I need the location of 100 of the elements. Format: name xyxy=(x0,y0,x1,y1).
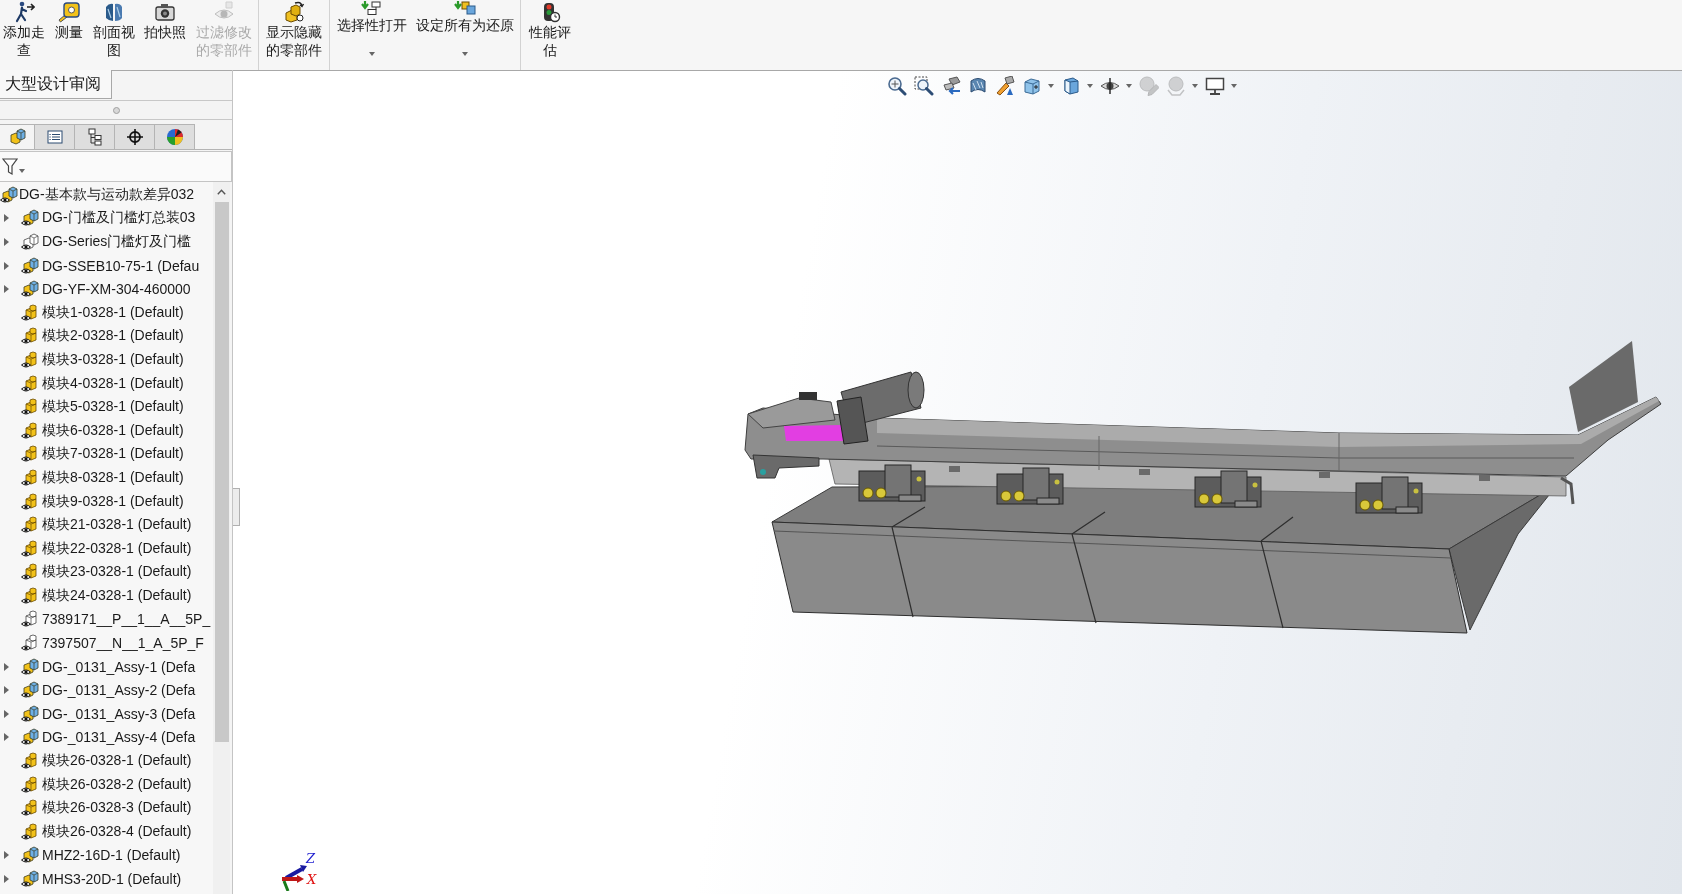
assembly-outline-icon xyxy=(21,233,39,251)
filter-field[interactable] xyxy=(0,151,232,182)
tree-item[interactable]: 模块6-0328-1 (Default) xyxy=(42,421,184,440)
blocks-arrow-icon[interactable] xyxy=(941,76,961,96)
part-icon xyxy=(21,563,39,582)
tree-item[interactable]: MHS3-20D-1 (Default) xyxy=(42,871,182,887)
section-view-button[interactable]: 剖面视图 xyxy=(90,0,138,70)
tree-item[interactable]: 模块3-0328-1 (Default) xyxy=(42,350,184,369)
assembly-icon xyxy=(21,657,39,676)
expand-arrow-icon[interactable] xyxy=(3,285,10,294)
tree-item[interactable]: 模块22-0328-1 (Default) xyxy=(42,539,192,558)
caret-icon[interactable] xyxy=(19,168,25,173)
tree-item[interactable]: MHZ2-16D-1 (Default) xyxy=(42,847,181,864)
tree-item[interactable]: 模块26-0328-2 (Default) xyxy=(42,775,192,794)
caret-icon[interactable] xyxy=(1126,84,1132,88)
measure-button[interactable]: 测量 xyxy=(48,0,90,70)
tree-item[interactable]: 模块26-0328-4 (Default) xyxy=(42,822,192,841)
expand-arrow-icon[interactable] xyxy=(3,875,10,883)
crosshair-icon xyxy=(125,128,144,146)
tree-item[interactable]: 模块4-0328-1 (Default) xyxy=(42,374,184,393)
axis-label: X xyxy=(307,872,317,887)
camera-icon xyxy=(154,1,176,23)
tree-item[interactable]: 模块2-0328-1 (Default) xyxy=(42,327,184,346)
part-icon xyxy=(21,468,39,487)
tree-item[interactable]: 模块23-0328-1 (Default) xyxy=(42,563,192,582)
tree-item[interactable]: DG-_0131_Assy-2 (Defa xyxy=(42,682,196,699)
part-icon xyxy=(21,327,39,346)
expand-arrow-icon[interactable] xyxy=(3,686,10,695)
tree-item[interactable]: DG-_0131_Assy-1 (Defa xyxy=(42,658,196,675)
caret-icon[interactable] xyxy=(1231,84,1237,88)
expand-arrow-icon[interactable] xyxy=(3,214,10,223)
expand-arrow-icon[interactable] xyxy=(3,851,10,860)
brush-triangle-icon[interactable] xyxy=(995,76,1015,96)
caret-icon[interactable] xyxy=(369,52,375,56)
caret-icon[interactable] xyxy=(1048,84,1054,88)
funnel-icon xyxy=(2,158,18,175)
part-icon xyxy=(21,350,39,369)
part-outline-icon xyxy=(21,634,39,653)
part-icon xyxy=(21,586,39,605)
assembly-icon xyxy=(21,728,39,747)
tree-item[interactable]: DG-YF-XM-304-460000 xyxy=(42,281,191,298)
tree-item[interactable]: 模块24-0328-1 (Default) xyxy=(42,586,192,605)
expand-arrow-icon[interactable] xyxy=(3,238,10,246)
tree-item[interactable]: DG-门槛及门槛灯总装03 xyxy=(42,209,196,228)
tree-item[interactable]: 模块21-0328-1 (Default) xyxy=(42,516,192,535)
scrollbar-thumb[interactable] xyxy=(214,202,229,742)
set-all-resolved-button[interactable]: 设定所有为还原 xyxy=(412,0,518,70)
part-icon xyxy=(21,374,39,393)
magnifier-icon[interactable] xyxy=(887,76,907,96)
part-icon xyxy=(21,492,39,511)
tree-item[interactable]: DG-_0131_Assy-4 (Defa xyxy=(42,729,196,746)
shaded-cube-icon[interactable] xyxy=(1061,76,1081,96)
color-sphere-icon xyxy=(165,128,184,146)
expand-arrow-icon[interactable] xyxy=(3,662,10,671)
axis-triad xyxy=(282,865,307,891)
manager-tab[interactable] xyxy=(75,124,115,149)
magnifier-dashed-box-icon[interactable] xyxy=(914,76,934,96)
part-icon xyxy=(21,516,39,535)
caret-icon[interactable] xyxy=(462,52,468,56)
expand-arrow-icon[interactable] xyxy=(3,709,10,718)
tree-item[interactable]: 7397507__N__1_A_5P_F xyxy=(42,635,204,652)
assembly-icon xyxy=(21,704,39,723)
scroll-up-icon[interactable] xyxy=(217,189,226,195)
tree-item[interactable]: 模块7-0328-1 (Default) xyxy=(42,445,184,464)
cubes-icon xyxy=(8,128,26,146)
part-icon xyxy=(21,752,39,771)
add-walkthrough-button[interactable]: 添加走查 xyxy=(0,0,48,70)
tree-item[interactable]: DG-_0131_Assy-3 (Defa xyxy=(42,705,196,722)
tree-item[interactable]: 模块26-0328-3 (Default) xyxy=(42,799,192,818)
panel-tab[interactable]: 大型设计审阅 xyxy=(0,70,112,99)
eye-icon[interactable] xyxy=(1100,76,1120,96)
show-hidden-parts-button[interactable]: 显示隐藏的零部件 xyxy=(261,0,327,70)
manager-tab[interactable] xyxy=(115,124,155,149)
selective-open-button[interactable]: 选择性打开 xyxy=(332,0,412,70)
part-icon xyxy=(21,421,39,440)
monitor-icon[interactable] xyxy=(1205,76,1225,96)
cube-arrows-icon[interactable] xyxy=(1022,76,1042,96)
performance-evaluation-button[interactable]: 性能评估 xyxy=(523,0,577,70)
arrow-cubes-icon xyxy=(454,1,476,15)
expand-arrow-icon[interactable] xyxy=(3,261,10,270)
tree-item[interactable]: 模块26-0328-1 (Default) xyxy=(42,752,192,771)
manager-tab[interactable] xyxy=(155,124,195,149)
part-icon xyxy=(21,775,39,794)
caret-icon[interactable] xyxy=(1087,84,1093,88)
part-outline-icon xyxy=(21,610,39,629)
snapshot-button[interactable]: 拍快照 xyxy=(138,0,192,70)
tree-item[interactable]: DG-Series门槛灯及门槛 xyxy=(42,233,192,251)
scrollbar-track[interactable] xyxy=(213,182,230,894)
tree-item[interactable]: 模块9-0328-1 (Default) xyxy=(42,492,184,511)
tree-item[interactable]: 7389171__P__1__A__5P_ xyxy=(42,611,211,628)
tree-item[interactable]: DG-SSEB10-75-1 (Defau xyxy=(42,257,200,274)
expand-arrow-icon[interactable] xyxy=(3,733,10,742)
tree-item[interactable]: 模块1-0328-1 (Default) xyxy=(42,303,184,322)
section-view-icon[interactable] xyxy=(968,76,988,96)
part-icon xyxy=(21,822,39,841)
tree-item[interactable]: 模块8-0328-1 (Default) xyxy=(42,468,184,487)
splitter-handle[interactable] xyxy=(233,488,240,526)
resize-handle[interactable] xyxy=(112,106,120,114)
tree-item[interactable]: DG-基本款与运动款差异032 xyxy=(19,185,195,204)
tree-item[interactable]: 模块5-0328-1 (Default) xyxy=(42,398,184,417)
